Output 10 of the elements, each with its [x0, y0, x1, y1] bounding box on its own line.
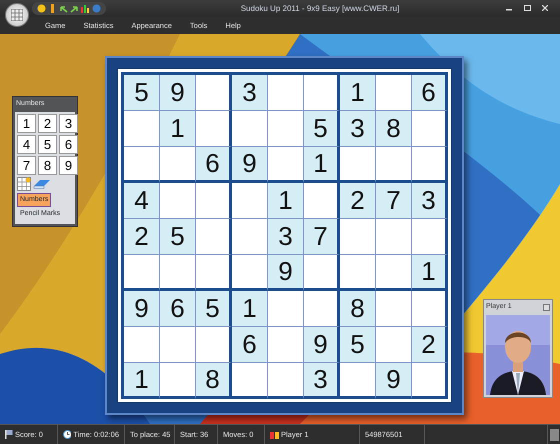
window-title: Sudoku Up 2011 - 9x9 Easy [www.CWER.ru] — [240, 3, 400, 15]
app-menu-button[interactable] — [5, 3, 29, 27]
chart-icon[interactable] — [81, 4, 90, 13]
clock-icon — [63, 430, 72, 439]
close-icon[interactable] — [542, 4, 548, 11]
flag-icon — [5, 430, 13, 439]
maximize-icon[interactable] — [524, 4, 530, 11]
redo-icon[interactable] — [70, 4, 79, 13]
grid-icon — [11, 9, 23, 21]
undo-icon[interactable] — [59, 4, 68, 13]
